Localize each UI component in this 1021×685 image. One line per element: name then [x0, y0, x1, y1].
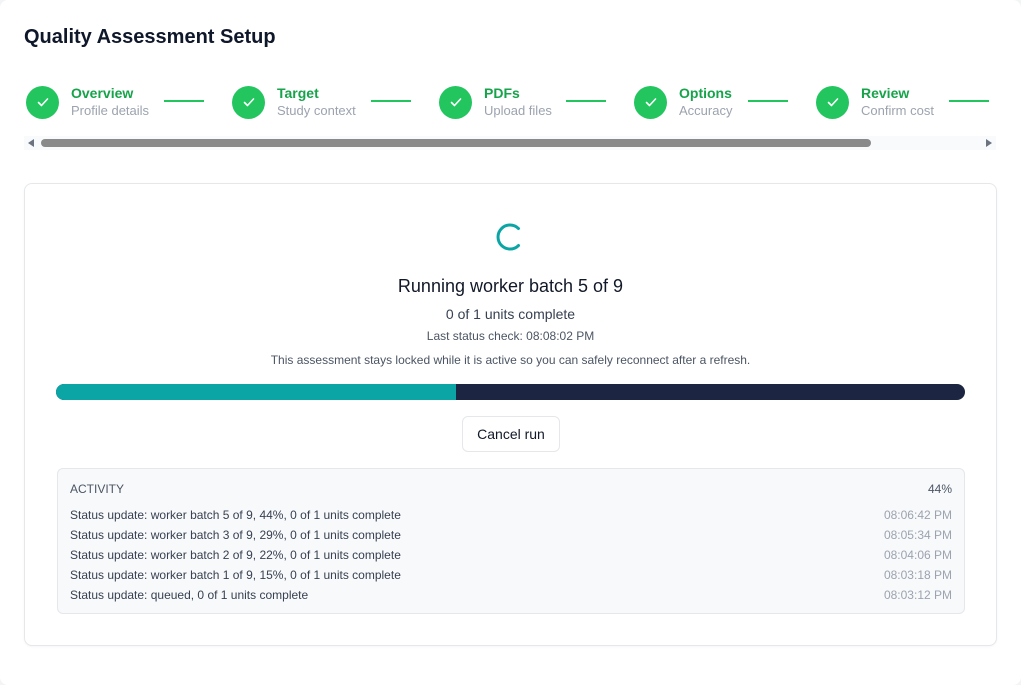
- step-complete-badge: [26, 85, 59, 119]
- activity-row: Status update: worker batch 1 of 9, 15%,…: [70, 565, 952, 585]
- check-icon: [37, 98, 48, 107]
- step-connector: [371, 100, 411, 102]
- step-connector: [566, 100, 606, 102]
- activity-message: Status update: worker batch 3 of 9, 29%,…: [70, 528, 401, 542]
- activity-message: Status update: worker batch 2 of 9, 22%,…: [70, 548, 401, 562]
- step-pdfs[interactable]: PDFs Upload files: [439, 84, 552, 120]
- activity-heading: ACTIVITY: [70, 482, 125, 496]
- stepper-scrollbar[interactable]: [24, 136, 996, 150]
- cancel-run-button[interactable]: Cancel run: [462, 416, 560, 452]
- step-label: Overview: [71, 85, 134, 101]
- activity-message: Status update: worker batch 5 of 9, 44%,…: [70, 508, 401, 522]
- step-label: Target: [277, 85, 319, 101]
- step-complete-badge: [816, 85, 849, 119]
- step-complete-badge: [232, 85, 265, 119]
- progress-bar: [56, 384, 965, 400]
- scrollbar-thumb[interactable]: [41, 139, 871, 147]
- locked-note: This assessment stays locked while it is…: [270, 353, 751, 367]
- step-connector: [164, 100, 204, 102]
- last-status-check: Last status check: 08:08:02 PM: [426, 329, 595, 343]
- step-target[interactable]: Target Study context: [232, 84, 356, 120]
- activity-row: Status update: worker batch 2 of 9, 22%,…: [70, 545, 952, 565]
- step-label: PDFs: [484, 85, 520, 101]
- step-connector: [949, 100, 989, 102]
- scroll-left-arrow-icon[interactable]: [28, 139, 34, 147]
- spinner-icon: [496, 223, 520, 251]
- step-sublabel: Accuracy: [679, 103, 733, 118]
- activity-log: ACTIVITY 44% Status update: worker batch…: [57, 468, 965, 614]
- step-label: Options: [679, 85, 732, 101]
- activity-timestamp: 08:04:06 PM: [883, 548, 952, 562]
- stepper: Overview Profile details Target Study co…: [26, 84, 996, 124]
- activity-percent: 44%: [927, 482, 952, 496]
- step-overview[interactable]: Overview Profile details: [26, 84, 149, 120]
- quality-assessment-dialog: Quality Assessment Setup Overview Profil…: [0, 0, 1021, 685]
- run-status-title: Running worker batch 5 of 9: [397, 276, 624, 296]
- activity-message: Status update: queued, 0 of 1 units comp…: [70, 588, 309, 602]
- activity-timestamp: 08:06:42 PM: [883, 508, 952, 522]
- progress-bar-fill: [56, 384, 456, 400]
- step-complete-badge: [439, 85, 472, 119]
- check-icon: [645, 98, 656, 107]
- check-icon: [450, 98, 461, 107]
- activity-timestamp: 08:03:12 PM: [883, 588, 952, 602]
- activity-timestamp: 08:03:18 PM: [883, 568, 952, 582]
- step-review[interactable]: Review Confirm cost: [816, 84, 934, 120]
- activity-row: Status update: worker batch 3 of 9, 29%,…: [70, 525, 952, 545]
- activity-message: Status update: worker batch 1 of 9, 15%,…: [70, 568, 401, 582]
- scroll-right-arrow-icon[interactable]: [986, 139, 992, 147]
- activity-timestamp: 08:05:34 PM: [883, 528, 952, 542]
- page-title: Quality Assessment Setup: [24, 26, 276, 48]
- step-sublabel: Confirm cost: [861, 103, 934, 118]
- step-sublabel: Profile details: [71, 103, 150, 118]
- activity-row: Status update: queued, 0 of 1 units comp…: [70, 585, 952, 605]
- step-options[interactable]: Options Accuracy: [634, 84, 732, 120]
- run-status-card: Running worker batch 5 of 9 0 of 1 units…: [24, 183, 997, 646]
- step-sublabel: Study context: [277, 103, 356, 118]
- step-connector: [748, 100, 788, 102]
- step-label: Review: [861, 85, 910, 101]
- check-icon: [243, 98, 254, 107]
- check-icon: [827, 98, 838, 107]
- step-complete-badge: [634, 85, 667, 119]
- units-complete-text: 0 of 1 units complete: [445, 306, 576, 322]
- step-sublabel: Upload files: [484, 103, 552, 118]
- activity-list: Status update: worker batch 5 of 9, 44%,…: [70, 505, 952, 605]
- activity-row: Status update: worker batch 5 of 9, 44%,…: [70, 505, 952, 525]
- activity-header: ACTIVITY 44%: [70, 482, 952, 496]
